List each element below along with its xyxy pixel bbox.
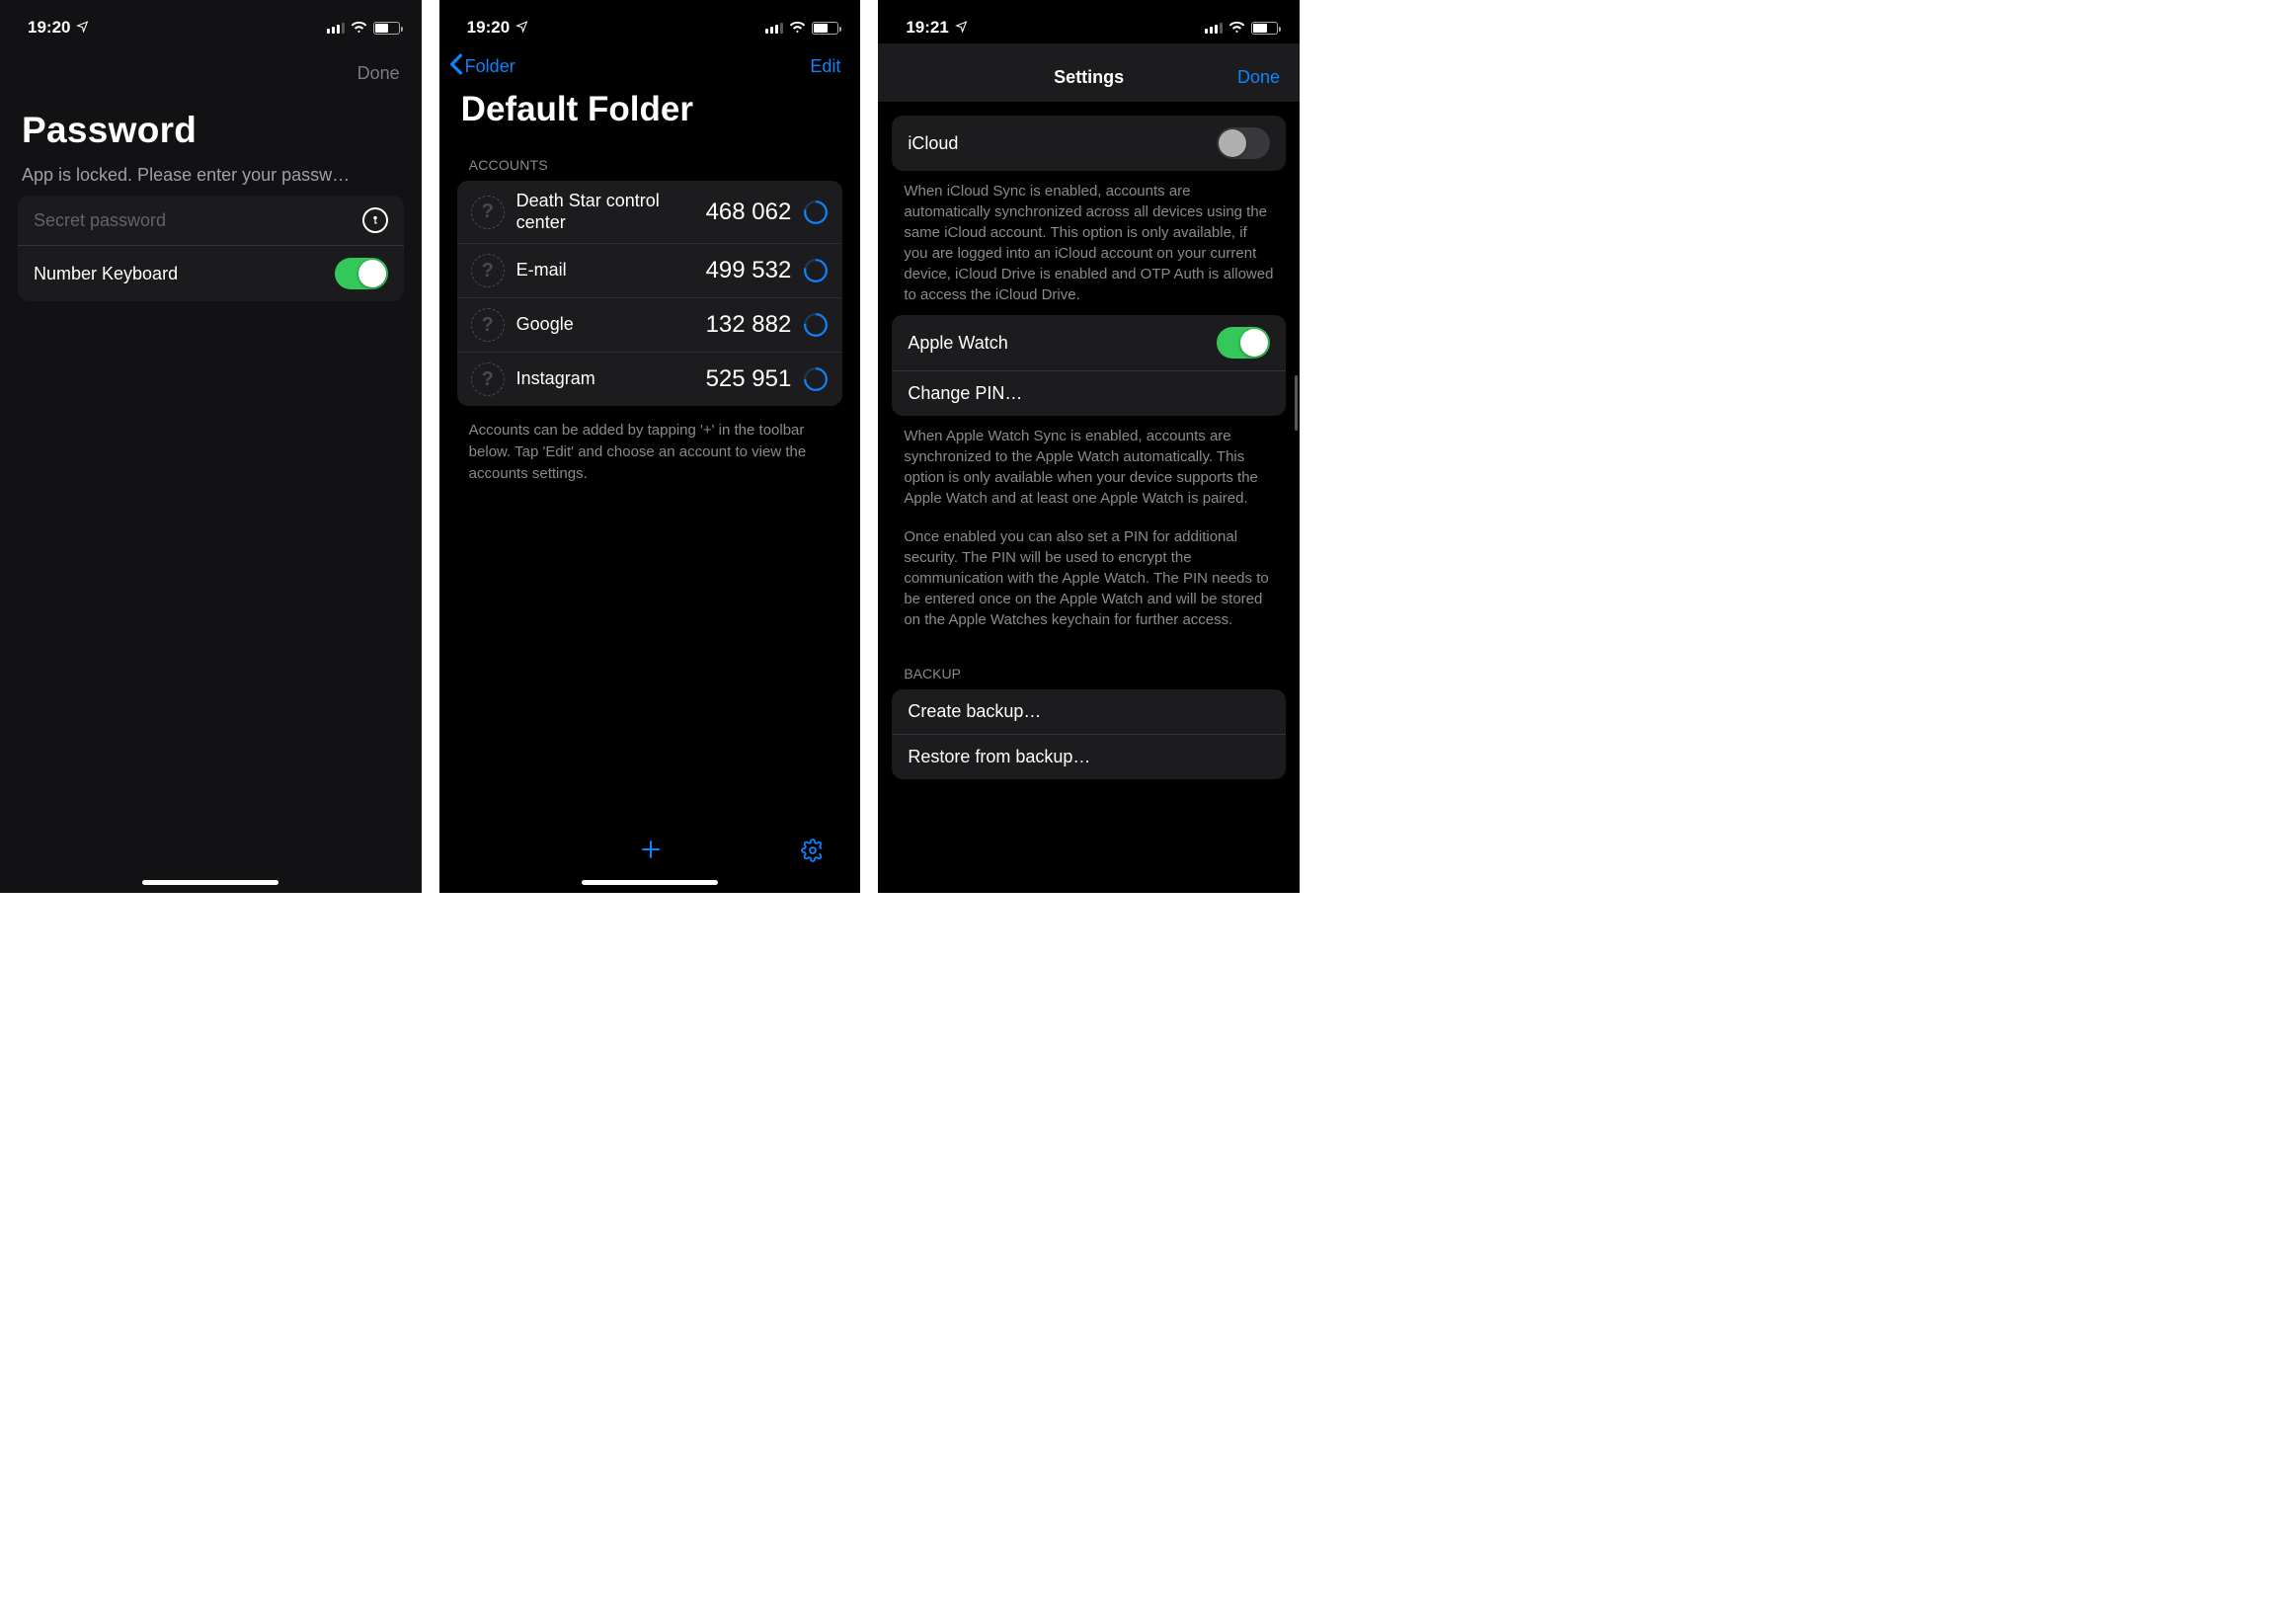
restore-backup-label: Restore from backup…	[908, 747, 1270, 767]
account-name: Instagram	[516, 368, 694, 390]
settings-navbar: Settings Done	[878, 43, 1300, 102]
create-backup-row[interactable]: Create backup…	[892, 689, 1286, 735]
create-backup-label: Create backup…	[908, 701, 1270, 722]
account-placeholder-icon: ?	[471, 196, 505, 229]
apple-watch-section: Apple Watch Change PIN…	[892, 315, 1286, 416]
settings-title: Settings	[1054, 67, 1124, 88]
account-name: Google	[516, 314, 694, 336]
status-bar: 19:20	[439, 0, 861, 43]
password-screen: 19:20 Done Password App is locked. Pleas…	[0, 0, 422, 893]
change-pin-label: Change PIN…	[908, 383, 1270, 404]
edit-button[interactable]: Edit	[810, 56, 840, 77]
status-time: 19:20	[28, 18, 70, 38]
settings-screen: 19:21 Settings Done iCloud Wh	[878, 0, 1300, 893]
icloud-label: iCloud	[908, 133, 1217, 154]
account-code: 132 882	[706, 311, 792, 339]
page-title: Default Folder	[439, 80, 861, 145]
accounts-list: ? Death Star control center 468 062 ? E-…	[457, 181, 843, 406]
modal-header: Done	[0, 43, 422, 84]
back-button[interactable]: Folder	[449, 53, 515, 80]
accounts-header: ACCOUNTS	[439, 145, 861, 181]
backup-header: BACKUP	[878, 640, 1300, 689]
lock-subtitle: App is locked. Please enter your passw…	[0, 151, 422, 196]
icloud-section: iCloud	[892, 116, 1286, 171]
location-icon	[515, 18, 528, 38]
number-keyboard-label: Number Keyboard	[34, 264, 335, 284]
password-input[interactable]: Secret password	[34, 210, 362, 231]
account-name: E-mail	[516, 260, 694, 281]
number-keyboard-toggle[interactable]	[335, 258, 388, 289]
status-bar: 19:20	[0, 0, 422, 43]
account-placeholder-icon: ?	[471, 362, 505, 396]
account-placeholder-icon: ?	[471, 254, 505, 287]
home-indicator[interactable]	[582, 880, 718, 885]
wifi-icon	[1228, 18, 1245, 38]
navbar: Folder Edit	[439, 43, 861, 80]
back-label: Folder	[465, 56, 515, 77]
account-placeholder-icon: ?	[471, 308, 505, 342]
restore-backup-row[interactable]: Restore from backup…	[892, 735, 1286, 779]
icloud-row: iCloud	[892, 116, 1286, 171]
chevron-left-icon	[449, 53, 463, 80]
folder-screen: 19:20 Folder Edit Default Folder ACCOUNT…	[439, 0, 861, 893]
backup-section: Create backup… Restore from backup…	[892, 689, 1286, 779]
toolbar	[439, 838, 861, 867]
battery-icon	[1251, 22, 1278, 35]
account-code: 499 532	[706, 257, 792, 284]
cellular-signal-icon	[765, 23, 783, 34]
timer-ring-icon	[803, 312, 829, 338]
settings-button[interactable]	[801, 839, 825, 867]
account-row[interactable]: ? Instagram 525 951	[457, 353, 843, 406]
battery-icon	[373, 22, 400, 35]
location-icon	[76, 18, 89, 38]
icloud-toggle[interactable]	[1217, 127, 1270, 159]
icloud-help-text: When iCloud Sync is enabled, accounts ar…	[878, 171, 1300, 315]
done-button[interactable]: Done	[357, 63, 400, 83]
done-button[interactable]: Done	[1237, 67, 1280, 88]
cellular-signal-icon	[327, 23, 345, 34]
account-row[interactable]: ? Death Star control center 468 062	[457, 181, 843, 244]
apple-watch-row: Apple Watch	[892, 315, 1286, 371]
account-row[interactable]: ? E-mail 499 532	[457, 244, 843, 298]
change-pin-row[interactable]: Change PIN…	[892, 371, 1286, 416]
wifi-icon	[789, 18, 806, 38]
keychain-icon[interactable]	[362, 207, 388, 233]
apple-watch-help-text-1: When Apple Watch Sync is enabled, accoun…	[878, 416, 1300, 519]
apple-watch-label: Apple Watch	[908, 333, 1217, 354]
timer-ring-icon	[803, 258, 829, 283]
battery-icon	[812, 22, 838, 35]
timer-ring-icon	[803, 200, 829, 225]
status-bar: 19:21	[878, 0, 1300, 43]
scrollbar-indicator[interactable]	[1295, 375, 1298, 431]
add-button[interactable]	[639, 838, 663, 867]
password-field-row[interactable]: Secret password	[18, 196, 404, 246]
apple-watch-help-text-2: Once enabled you can also set a PIN for …	[878, 519, 1300, 640]
status-time: 19:21	[906, 18, 948, 38]
apple-watch-toggle[interactable]	[1217, 327, 1270, 359]
number-keyboard-row: Number Keyboard	[18, 246, 404, 301]
account-code: 468 062	[706, 199, 792, 226]
account-code: 525 951	[706, 365, 792, 393]
timer-ring-icon	[803, 366, 829, 392]
location-icon	[955, 18, 968, 38]
status-time: 19:20	[467, 18, 510, 38]
wifi-icon	[351, 18, 367, 38]
account-row[interactable]: ? Google 132 882	[457, 298, 843, 353]
page-title: Password	[0, 84, 422, 151]
home-indicator[interactable]	[142, 880, 278, 885]
password-card: Secret password Number Keyboard	[18, 196, 404, 301]
accounts-footer-text: Accounts can be added by tapping '+' in …	[439, 406, 861, 498]
account-name: Death Star control center	[516, 191, 694, 233]
cellular-signal-icon	[1205, 23, 1223, 34]
